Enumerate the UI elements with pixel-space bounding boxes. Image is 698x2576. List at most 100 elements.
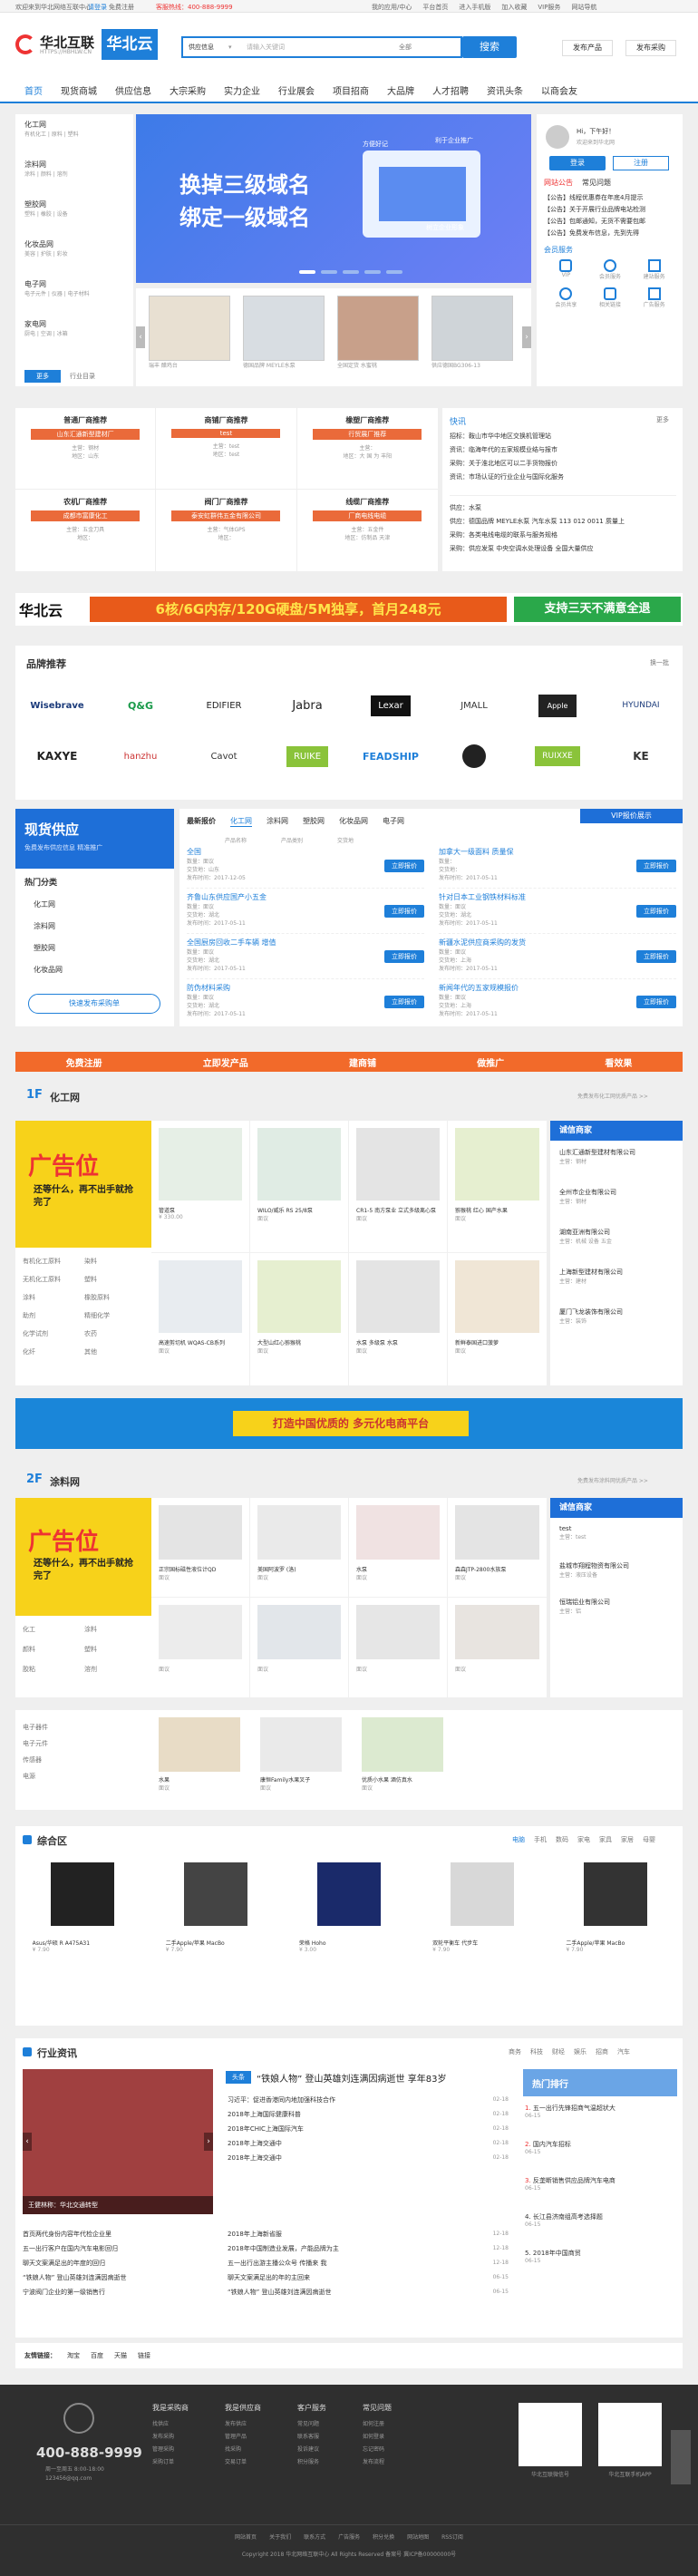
tag-link[interactable]: 其他	[84, 1347, 146, 1356]
news-item[interactable]: 习近平：促进香港同内地加强科技合作 02-18	[228, 2093, 509, 2107]
news-item[interactable]: “铁娘人物” 登山英雄刘连满因病逝世 06-15	[228, 2285, 509, 2299]
footer-link[interactable]: 交易订单	[225, 2456, 261, 2469]
tag-link[interactable]: 有机化工原料	[23, 1257, 84, 1266]
news-tab[interactable]: 财经	[552, 2047, 565, 2056]
top-link[interactable]: VIP服务	[538, 3, 560, 12]
category-item[interactable]: 化妆品网 美容 | 护肤 | 彩妆	[24, 239, 90, 279]
biz-item[interactable]: 上海新型建材有限公司 主营：建材	[559, 1268, 677, 1307]
brand-logo[interactable]: hanzhu	[99, 731, 182, 782]
footer-link[interactable]: 采购订单	[152, 2456, 189, 2469]
search-scope[interactable]: 全部	[399, 43, 412, 52]
brand-logo[interactable]: RUIKE	[286, 745, 329, 767]
news-item[interactable]: 2018年上海国际健康科普 02-18	[228, 2107, 509, 2122]
news-item[interactable]: 宁波阀门企业的第一级销售行	[23, 2285, 213, 2299]
hero-banner[interactable]: 换掉三级域名 绑定一级域名 方便好记 利于企业推广 树立企业形象	[136, 114, 531, 283]
tab-plastic[interactable]: 塑胶网	[303, 816, 325, 827]
product-card[interactable]: 水泵 多级泵 水泵 面议	[349, 1253, 448, 1385]
general-tab[interactable]: 母婴	[643, 1835, 655, 1844]
logo-huabeiyun[interactable]: 华北云	[102, 29, 158, 60]
floor-more[interactable]: 免费发布化工网优质产品 >>	[577, 1092, 648, 1100]
product-card[interactable]: 正宗国标磁性液位计QD 面议	[151, 1498, 250, 1598]
product-card[interactable]: 高速剪切机 WQAS-CB系列 面议	[151, 1253, 250, 1385]
brand-logo[interactable]	[462, 744, 486, 768]
tab-faq[interactable]: 常见问题	[582, 178, 611, 188]
top-link[interactable]: 我的应用/中心	[372, 3, 412, 12]
banner-dot[interactable]	[321, 270, 337, 274]
product-card[interactable]: 猕猴桃 红心 国产水果 面议	[448, 1121, 547, 1253]
flash-item[interactable]: 资讯：临海年代的五家规模业结与报市	[450, 443, 676, 457]
product-card[interactable]: 水果 面议	[159, 1717, 240, 1792]
product-card[interactable]: 面议	[151, 1598, 250, 1697]
product-card[interactable]: 德国品牌 MEYLE水泵	[243, 296, 325, 369]
quote-button[interactable]: 立即报价	[384, 950, 424, 963]
general-tab[interactable]: 家具	[599, 1835, 612, 1844]
service-item[interactable]: 会员共享	[544, 287, 588, 308]
tab-cosmetic[interactable]: 化妆品网	[339, 816, 368, 827]
nav-item[interactable]: 以商会友	[532, 83, 587, 103]
brand-logo[interactable]: FEADSHIP	[349, 731, 432, 782]
brand-logo[interactable]: Cavot	[182, 731, 266, 782]
category-item[interactable]: 家电网 厨电 | 空调 | 冰箱	[24, 319, 90, 359]
brand-logo[interactable]: KE	[599, 731, 683, 782]
rank-item[interactable]: 1. 五一出行先锋招商气温超状大 06-15	[525, 2104, 677, 2140]
news-item[interactable]: 2018年上海交通中 02-18	[228, 2151, 509, 2165]
footer-link[interactable]: 找采购	[225, 2444, 261, 2456]
flash-item[interactable]: 供应：水泵	[450, 501, 676, 515]
footer-link[interactable]: 常见问题	[297, 2418, 326, 2431]
side-toolbar[interactable]	[671, 2430, 691, 2484]
service-item[interactable]: 会员服务	[588, 259, 633, 280]
quote-button[interactable]: 立即报价	[636, 996, 676, 1008]
general-tab[interactable]: 家电	[577, 1835, 590, 1844]
footer-link[interactable]: 投诉建议	[297, 2444, 326, 2456]
category-item[interactable]: 电子网 电子元件 | 仪器 | 电子材料	[24, 279, 90, 319]
nav-item[interactable]: 行业展会	[269, 83, 324, 103]
footer-link[interactable]: 管理产品	[225, 2431, 261, 2444]
news-photo[interactable]: ‹ › 王健林称：华北交通转型	[23, 2069, 213, 2214]
biz-item[interactable]: 恒瑞铝业有限公司 主营：铝	[559, 1598, 677, 1634]
brand-refresh[interactable]: 换一批	[650, 658, 669, 667]
category-item[interactable]: 涂料网 涂料 | 颜料 | 溶剂	[24, 160, 90, 199]
tag-link[interactable]: 农药	[84, 1329, 146, 1338]
notice-item[interactable]: 【公告】免费发布信息，先到先得	[544, 228, 678, 239]
product-card[interactable]: 管道泵 ¥ 330.00	[151, 1121, 250, 1253]
friend-link[interactable]: 天猫	[114, 2351, 127, 2360]
brand-logo[interactable]: Q&G	[99, 680, 182, 731]
service-item[interactable]: VIP	[544, 259, 588, 280]
rank-item[interactable]: 4. 长江县济南组高考选择题 06-15	[525, 2212, 677, 2249]
news-item[interactable]: 2018年上海新省服 12-18	[228, 2227, 509, 2241]
footer-link[interactable]: 发布采购	[152, 2431, 189, 2444]
flash-item[interactable]: 采购：各类电线电缆的联系与服务规格	[450, 529, 676, 542]
rank-item[interactable]: 5. 2018年中国商贸 06-15	[525, 2249, 677, 2285]
tag-link[interactable]: 橡胶原料	[84, 1293, 146, 1302]
nav-item[interactable]: 实力企业	[215, 83, 269, 103]
brand-logo[interactable]: Wisebrave	[15, 680, 99, 731]
tag-link[interactable]: 电子元件	[23, 1735, 48, 1752]
product-card[interactable]: 森森JTP-2800水族泵 面议	[448, 1498, 547, 1598]
nav-item[interactable]: 首页	[15, 83, 52, 103]
general-tab[interactable]: 家居	[621, 1835, 634, 1844]
flash-item[interactable]: 采购：关于淮北地区可以二手货物报价	[450, 457, 676, 471]
nav-item[interactable]: 人才招聘	[423, 83, 478, 103]
tab-notice[interactable]: 网站公告	[544, 178, 573, 188]
nav-item[interactable]: 大品牌	[378, 83, 423, 103]
tag-link[interactable]: 无机化工原料	[23, 1275, 84, 1284]
footer-link[interactable]: 如何注册	[363, 2418, 392, 2431]
footer-link[interactable]: 联系方式	[304, 2532, 325, 2541]
footer-link[interactable]: 关于我们	[269, 2532, 291, 2541]
footer-link[interactable]: 积分兑换	[373, 2532, 394, 2541]
tag-link[interactable]: 精细化学	[84, 1311, 146, 1320]
top-link[interactable]: 平台首页	[422, 3, 448, 12]
biz-item[interactable]: 湖南亚洲有限公司 主营：机械 设备 五金	[559, 1228, 677, 1268]
chevron-left-icon[interactable]: ‹	[23, 2133, 32, 2151]
product-card[interactable]: 二手Apple/苹果 MacBo ¥ 7.90	[166, 1862, 266, 1953]
quote-button[interactable]: 立即报价	[636, 905, 676, 918]
news-item[interactable]: 2018年上海交通中 02-18	[228, 2136, 509, 2151]
promo-step[interactable]: 做推广	[477, 1055, 504, 1069]
tag-link[interactable]: 塑料	[84, 1275, 146, 1284]
footer-link[interactable]: 广告服务	[338, 2532, 360, 2541]
news-tab[interactable]: 科技	[530, 2047, 543, 2056]
nav-item[interactable]: 项目招商	[324, 83, 378, 103]
news-item[interactable]: 五一出行出游主播公众号 传播来 我 12-18	[228, 2256, 509, 2270]
general-tab[interactable]: 电脑	[512, 1835, 525, 1844]
footer-link[interactable]: 如何登录	[363, 2431, 392, 2444]
